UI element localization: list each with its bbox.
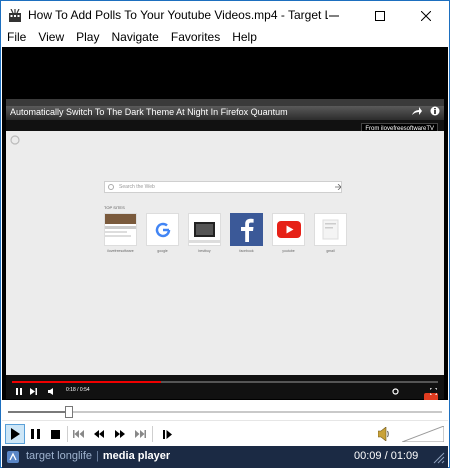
- seek-fill: [8, 411, 69, 413]
- embedded-timecode: 0:18 / 0:54: [66, 387, 90, 393]
- top-site-tile: bestbuy: [188, 213, 221, 253]
- pause-icon: [30, 429, 40, 439]
- speaker-icon: [378, 427, 389, 441]
- seek-bar-area: [2, 400, 448, 420]
- tile-label: facebook: [239, 249, 254, 253]
- top-site-tile: youtube: [272, 213, 305, 253]
- skip-back-button[interactable]: [68, 424, 88, 444]
- rewind-icon: [94, 430, 104, 438]
- embedded-next-icon: [30, 388, 37, 395]
- maximize-button[interactable]: [357, 1, 403, 30]
- tile-label: youtube: [282, 249, 295, 253]
- pause-button[interactable]: [25, 424, 45, 444]
- player-window: How To Add Polls To Your Youtube Videos.…: [0, 0, 450, 468]
- embedded-progress-fill: [12, 381, 162, 383]
- menu-play[interactable]: Play: [70, 30, 105, 47]
- top-site-tile: facebook: [230, 213, 263, 253]
- firefox-logo-icon: [10, 135, 20, 145]
- skip-forward-icon: [134, 430, 146, 438]
- frame-step-button[interactable]: [157, 424, 177, 444]
- embedded-settings-icon: [392, 388, 399, 395]
- embedded-search-placeholder: Search the Web: [119, 184, 155, 190]
- search-arrow-icon: [335, 184, 341, 190]
- window-title: How To Add Polls To Your Youtube Videos.…: [28, 8, 328, 22]
- facebook-icon: [230, 213, 263, 246]
- close-button[interactable]: [403, 1, 449, 30]
- volume-slider[interactable]: [402, 426, 444, 442]
- menu-navigate[interactable]: Navigate: [105, 30, 164, 47]
- playback-controls: [2, 420, 448, 446]
- menu-bar: File View Play Navigate Favorites Help: [1, 30, 449, 47]
- top-sites-tiles: ilovefreesoftware google bestbuy faceboo…: [104, 213, 347, 253]
- top-site-tile: gmail: [314, 213, 347, 253]
- video-frame: Automatically Switch To The Dark Theme A…: [6, 99, 444, 400]
- minimize-icon: [329, 15, 339, 16]
- embedded-progress-track: [12, 381, 438, 383]
- play-button[interactable]: [5, 424, 25, 444]
- stop-button[interactable]: [45, 424, 65, 444]
- thumbnail-icon: [314, 213, 347, 246]
- frame-step-icon: [162, 429, 172, 439]
- title-bar[interactable]: How To Add Polls To Your Youtube Videos.…: [1, 1, 449, 30]
- share-icon: [412, 107, 422, 115]
- embedded-volume-icon: [48, 388, 53, 395]
- seek-thumb[interactable]: [64, 406, 73, 418]
- timecode: 00:09 / 01:09: [354, 450, 419, 462]
- menu-view[interactable]: View: [32, 30, 70, 47]
- brand-right: media player: [102, 450, 171, 462]
- menu-favorites[interactable]: Favorites: [165, 30, 226, 47]
- top-sites-label: TOP SITES: [104, 205, 125, 210]
- stop-icon: [50, 429, 60, 439]
- tile-label: bestbuy: [198, 249, 211, 253]
- play-icon: [11, 428, 20, 440]
- embedded-pause-icon: [16, 388, 22, 395]
- skip-forward-button[interactable]: [130, 424, 150, 444]
- embedded-fullscreen-icon: [430, 388, 437, 395]
- thumbnail-icon: [188, 213, 221, 246]
- top-site-tile: ilovefreesoftware: [104, 213, 137, 253]
- search-icon: [108, 184, 114, 190]
- embedded-search-field: Search the Web: [104, 181, 342, 193]
- thumbnail-icon: [104, 213, 137, 246]
- fast-forward-icon: [115, 430, 125, 438]
- top-site-tile: google: [146, 213, 179, 253]
- fast-forward-button[interactable]: [110, 424, 130, 444]
- mute-button[interactable]: [374, 424, 394, 444]
- minimize-button[interactable]: [311, 1, 357, 30]
- tile-label: gmail: [326, 249, 335, 253]
- rewind-button[interactable]: [89, 424, 109, 444]
- brand-logo-icon: [7, 451, 19, 463]
- embedded-new-tab-page: Search the Web TOP SITES ilovefreesoftwa…: [6, 131, 444, 400]
- google-icon: [146, 213, 179, 246]
- close-icon: [421, 10, 431, 21]
- status-bar: target longlife | media player 00:09 / 01:…: [2, 446, 448, 468]
- tile-label: google: [157, 249, 168, 253]
- maximize-icon: [375, 10, 385, 21]
- menu-file[interactable]: File: [1, 30, 32, 47]
- brand-name: target longlife | media player: [26, 450, 170, 462]
- embedded-video-title: Automatically Switch To The Dark Theme A…: [10, 107, 288, 117]
- info-icon: [430, 106, 440, 116]
- tile-label: ilovefreesoftware: [107, 249, 134, 253]
- menu-help[interactable]: Help: [226, 30, 263, 47]
- seek-track[interactable]: [8, 406, 442, 418]
- app-icon: [9, 9, 21, 22]
- video-area[interactable]: Automatically Switch To The Dark Theme A…: [2, 47, 448, 400]
- brand-left: target longlife: [26, 450, 93, 462]
- brand-separator: |: [96, 450, 99, 462]
- embedded-player-controls: 0:18 / 0:54: [6, 385, 444, 399]
- resize-grip-icon[interactable]: [433, 452, 445, 464]
- youtube-icon: [272, 213, 305, 246]
- skip-back-icon: [72, 430, 84, 438]
- controls-separator: [152, 426, 153, 442]
